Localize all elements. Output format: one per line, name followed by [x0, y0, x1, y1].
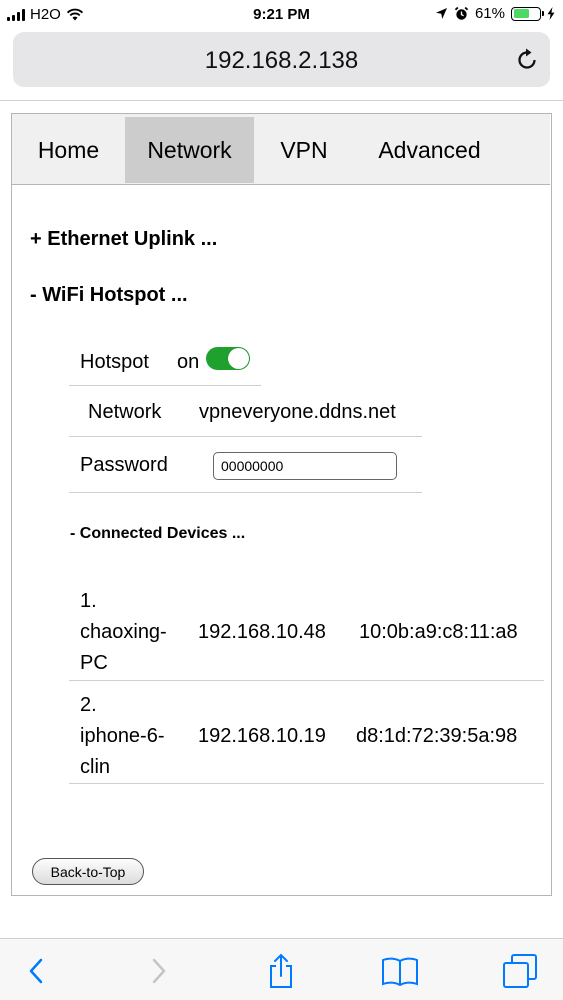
status-bar: H2O 9:21 PM 61% [0, 0, 563, 30]
device-index: 2. [80, 694, 97, 716]
topbar-divider [0, 100, 563, 101]
battery-icon [511, 6, 544, 21]
charging-icon [547, 7, 555, 20]
tab-home[interactable]: Home [12, 117, 125, 183]
hotspot-state: on [177, 351, 200, 373]
network-label: Network [88, 401, 162, 423]
bookmarks-button[interactable] [380, 951, 420, 991]
tab-advanced[interactable]: Advanced [362, 117, 497, 183]
share-icon [270, 953, 292, 988]
back-button[interactable] [16, 951, 56, 991]
address-bar[interactable]: 192.168.2.138 [13, 32, 550, 87]
device-name-line: clin [80, 756, 111, 778]
device-mac: d8:1d:72:39:5a:98 [356, 725, 518, 747]
hotspot-toggle[interactable] [206, 347, 250, 370]
row-divider [69, 680, 544, 681]
forward-icon [152, 958, 166, 984]
tabs-icon [503, 954, 537, 988]
reload-icon[interactable] [514, 47, 540, 73]
alarm-icon [454, 6, 469, 20]
row-divider [69, 492, 422, 493]
tab-network[interactable]: Network [125, 117, 254, 183]
device-name-line: PC [80, 652, 108, 674]
bookmarks-icon [382, 957, 418, 987]
back-icon [29, 958, 43, 984]
password-field[interactable] [213, 452, 397, 480]
row-divider [69, 385, 261, 386]
battery-percent: 61% [474, 5, 505, 22]
network-value: vpneveryone.ddns.net [199, 401, 396, 423]
device-index: 1. [80, 590, 97, 612]
share-button[interactable] [261, 951, 301, 991]
ethernet-uplink-section[interactable]: + Ethernet Uplink ... [30, 228, 217, 251]
status-right: 61% [435, 5, 555, 22]
device-name: 1. chaoxing- PC [80, 586, 167, 679]
page-frame: Home Network VPN Advanced + Ethernet Upl… [11, 113, 552, 896]
browser-toolbar [0, 938, 563, 1000]
tab-vpn[interactable]: VPN [254, 117, 354, 183]
device-ip: 192.168.10.19 [198, 725, 326, 747]
url-text[interactable]: 192.168.2.138 [13, 47, 550, 75]
location-icon [435, 8, 447, 19]
tabs-button[interactable] [500, 951, 540, 991]
wifi-hotspot-section[interactable]: - WiFi Hotspot ... [30, 284, 188, 307]
hotspot-label: Hotspot [80, 351, 149, 373]
nav-bar: Home Network VPN Advanced [12, 114, 550, 185]
connected-devices-section[interactable]: - Connected Devices ... [70, 525, 245, 543]
device-ip: 192.168.10.48 [198, 621, 326, 643]
forward-button[interactable] [139, 951, 179, 991]
device-mac: 10:0b:a9:c8:11:a8 [359, 621, 518, 643]
battery-level [513, 9, 529, 18]
row-divider [69, 783, 544, 784]
device-name-line: iphone-6- [80, 725, 165, 747]
device-name-line: chaoxing- [80, 621, 167, 643]
back-to-top-button[interactable]: Back-to-Top [32, 858, 144, 885]
device-name: 2. iphone-6- clin [80, 690, 165, 783]
password-label: Password [80, 454, 168, 476]
row-divider [69, 436, 422, 437]
toggle-knob [228, 348, 249, 369]
